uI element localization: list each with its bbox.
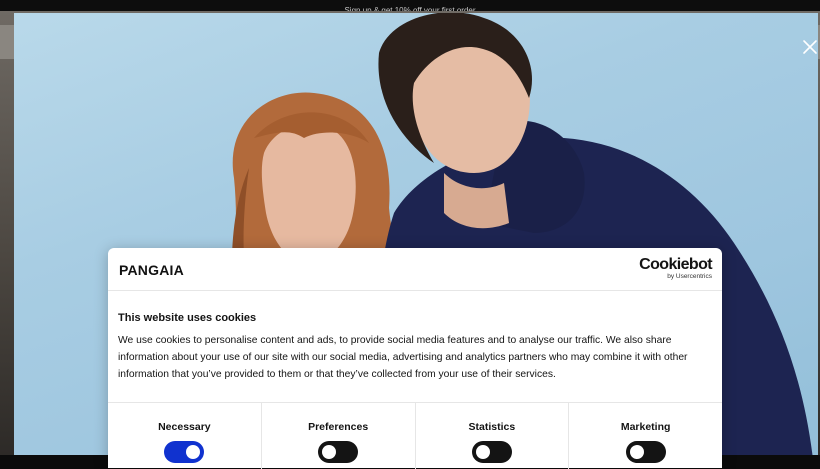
necessary-toggle[interactable] [164, 441, 205, 463]
cookie-consent-dialog: PANGAIA Cookiebot by Usercentrics This w… [108, 248, 722, 469]
cookiebot-name: Cookiebot [639, 256, 712, 273]
preferences-toggle[interactable] [318, 441, 359, 463]
category-necessary: Necessary [108, 403, 262, 469]
cookie-title: This website uses cookies [118, 312, 257, 324]
toggle-knob [322, 445, 337, 459]
toggle-knob [475, 445, 490, 459]
cookie-header: PANGAIA Cookiebot by Usercentrics [108, 248, 722, 291]
category-preferences: Preferences [262, 403, 416, 469]
cookie-description: We use cookies to personalise content an… [118, 335, 688, 380]
cookiebot-byline: by Usercentrics [667, 273, 712, 280]
category-label: Marketing [620, 421, 671, 433]
toggle-knob [186, 445, 201, 459]
statistics-toggle[interactable] [471, 441, 512, 463]
category-marketing: Marketing [569, 403, 722, 469]
marketing-toggle[interactable] [625, 441, 666, 463]
category-statistics: Statistics [416, 403, 570, 469]
category-label: Necessary [158, 421, 211, 433]
category-label: Preferences [308, 421, 369, 433]
cookie-categories: Necessary Preferences Statistics Marketi… [108, 402, 722, 469]
cookiebot-logo[interactable]: Cookiebot by Usercentrics [639, 257, 712, 281]
category-label: Statistics [468, 421, 516, 433]
close-icon[interactable] [800, 37, 818, 57]
toggle-knob [629, 445, 644, 459]
brand-logo: PANGAIA [119, 262, 184, 278]
promo-bar: Sign up & get 10% off your first order [0, 0, 820, 15]
